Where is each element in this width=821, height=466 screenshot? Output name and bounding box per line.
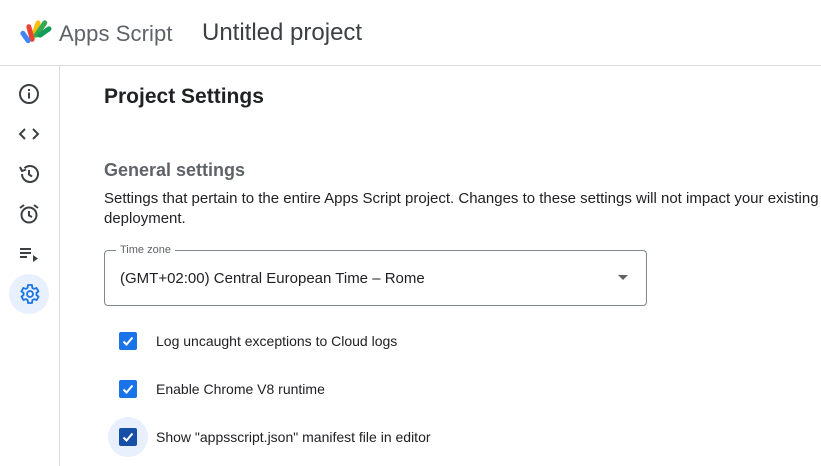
rail-item-overview[interactable] <box>9 74 49 114</box>
checkbox-row-v8-runtime: Enable Chrome V8 runtime <box>108 369 708 409</box>
rail-item-triggers[interactable] <box>9 194 49 234</box>
check-icon <box>122 336 134 346</box>
code-icon <box>18 128 40 140</box>
rail-item-editor[interactable] <box>9 114 49 154</box>
project-title[interactable]: Untitled project <box>202 18 362 48</box>
checkbox-row-manifest: Show "appsscript.json" manifest file in … <box>108 417 708 457</box>
dropdown-arrow-icon <box>618 275 628 280</box>
top-app-bar: Apps Script Untitled project <box>0 0 821 66</box>
apps-script-logo-icon[interactable] <box>20 18 54 48</box>
timezone-label: Time zone <box>116 243 175 257</box>
brand-name[interactable]: Apps Script <box>59 20 173 48</box>
check-icon <box>122 432 134 442</box>
history-icon <box>19 165 39 183</box>
check-icon <box>122 384 134 394</box>
timezone-select[interactable]: Time zone (GMT+02:00) Central European T… <box>104 243 647 306</box>
v8-runtime-checkbox[interactable] <box>119 380 137 398</box>
gear-icon <box>20 284 40 304</box>
rail-item-executions[interactable] <box>9 234 49 274</box>
show-manifest-checkbox[interactable] <box>119 428 137 446</box>
timezone-value: (GMT+02:00) Central European Time – Rome <box>120 270 425 287</box>
navigation-rail <box>0 66 60 466</box>
settings-panel: Project Settings General settings Settin… <box>61 66 821 466</box>
rail-item-executions-history[interactable] <box>9 154 49 194</box>
section-title-general: General settings <box>104 160 246 180</box>
checkbox-row-log-exceptions: Log uncaught exceptions to Cloud logs <box>108 321 708 361</box>
log-exceptions-label[interactable]: Log uncaught exceptions to Cloud logs <box>156 332 397 350</box>
log-exceptions-checkbox[interactable] <box>119 332 137 350</box>
rail-item-project-settings[interactable] <box>9 274 49 314</box>
playlist-play-icon <box>20 248 38 262</box>
v8-runtime-label[interactable]: Enable Chrome V8 runtime <box>156 380 325 398</box>
info-icon <box>19 84 39 104</box>
page-title: Project Settings <box>104 85 264 108</box>
alarm-clock-icon <box>19 204 39 224</box>
section-description: Settings that pertain to the entire Apps… <box>104 190 819 227</box>
show-manifest-label[interactable]: Show "appsscript.json" manifest file in … <box>156 428 431 446</box>
